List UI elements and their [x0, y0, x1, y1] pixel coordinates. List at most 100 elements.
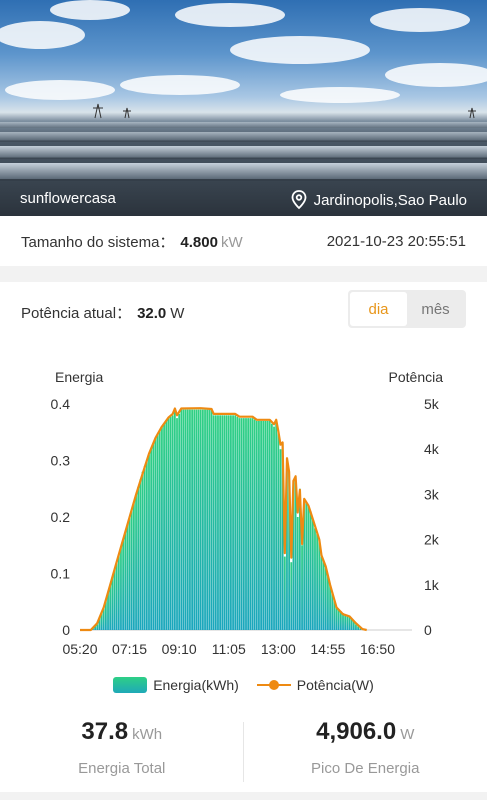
energy-bar [208, 409, 211, 630]
peak-power-unit: W [400, 726, 415, 743]
hero-banner: sunflowercasa Jardinopolis,Sao Paulo [0, 0, 487, 216]
energy-bar [214, 415, 217, 630]
energy-bar [335, 607, 338, 630]
location-text: Jardinopolis,Sao Paulo [313, 191, 467, 209]
energy-bar [113, 569, 116, 630]
energy-bar [184, 409, 187, 630]
energy-bar [253, 419, 256, 630]
energy-bar [154, 437, 157, 630]
system-size-unit: kW [220, 233, 243, 251]
energy-bar [124, 532, 127, 630]
left-axis-title: Energia [55, 369, 103, 385]
energy-bar [122, 539, 125, 630]
legend-energy-label: Energia(kWh) [153, 677, 239, 693]
energy-bar [199, 409, 202, 630]
energy-bar [178, 413, 181, 630]
left-tick-label: 0.3 [51, 453, 71, 469]
current-power-label: Potência atual： [21, 305, 132, 322]
total-energy-unit: kWh [132, 726, 163, 743]
chart-legend: Energia(kWh) Potência(W) [0, 677, 487, 693]
energy-bar [212, 415, 215, 630]
energy-bar [307, 505, 310, 630]
energy-bar [247, 418, 250, 630]
right-tick-label: 5k [424, 396, 440, 412]
energy-bar [234, 415, 237, 630]
energy-bar [311, 519, 314, 630]
energy-bar [242, 418, 245, 630]
energy-bar [191, 409, 194, 630]
energy-bar [139, 479, 142, 630]
energy-bar [240, 418, 243, 630]
energy-bar [258, 420, 260, 630]
plant-location: Jardinopolis,Sao Paulo [290, 190, 467, 210]
energy-bar [176, 418, 178, 630]
total-energy-label: Energia Total [78, 760, 166, 777]
period-toggle: dia mês [348, 290, 466, 328]
legend-energy-swatch [113, 677, 148, 693]
energy-bar [156, 434, 159, 630]
right-tick-label: 1k [424, 577, 440, 593]
energy-bar [273, 426, 275, 630]
system-size: Tamanho do sistema： 4.800 kW [21, 231, 243, 252]
energy-bar [245, 418, 247, 630]
legend-power-label: Potência(W) [296, 677, 374, 693]
total-energy-value: 37.8 [81, 718, 129, 745]
energy-bar [236, 416, 239, 630]
x-tick-label: 09:10 [162, 641, 197, 657]
energy-bar [109, 584, 112, 630]
energy-bar [283, 556, 286, 630]
energy-bar [230, 415, 232, 630]
energy-bar [120, 547, 122, 630]
energy-bar [137, 486, 140, 630]
current-power-unit: W [170, 305, 185, 322]
energy-bar [189, 409, 191, 630]
x-tick-label: 16:50 [360, 641, 395, 657]
energy-bar [201, 409, 204, 630]
energy-bar [167, 418, 170, 630]
energy-bar [277, 432, 280, 630]
tab-day[interactable]: dia [350, 292, 407, 326]
energy-bar [329, 584, 331, 630]
energy-bar [158, 430, 161, 630]
right-tick-label: 2k [424, 532, 440, 548]
energy-bar [173, 409, 176, 630]
energy-bar [260, 420, 262, 630]
energy-bar [165, 420, 168, 630]
energy-bar [182, 409, 185, 630]
last-update-timestamp: 2021-10-23 20:55:51 [326, 232, 466, 250]
legend-power-swatch [256, 677, 291, 693]
energy-bar [279, 449, 282, 630]
energy-bar [197, 409, 200, 630]
system-size-label: Tamanho do sistema： [21, 233, 175, 251]
energy-bar [221, 415, 224, 630]
energy-bar [193, 409, 196, 630]
tab-month[interactable]: mês [407, 292, 464, 326]
left-tick-label: 0.1 [51, 566, 71, 582]
legend-power[interactable]: Potência(W) [256, 677, 374, 693]
energy-bar [223, 415, 226, 630]
energy-bar [316, 533, 319, 630]
energy-bar [132, 501, 135, 630]
energy-bar [346, 614, 349, 630]
energy-bar [324, 567, 327, 630]
x-tick-label: 07:15 [112, 641, 147, 657]
map-pin-icon [291, 190, 306, 210]
energy-bar [148, 454, 150, 630]
energy-bar [275, 420, 278, 630]
energy-bar [251, 418, 254, 630]
energy-bar [217, 415, 219, 630]
legend-energy[interactable]: Energia(kWh) [113, 677, 239, 693]
left-tick-label: 0 [62, 622, 70, 638]
energy-bar [169, 416, 172, 630]
right-axis-title: Potência [389, 369, 444, 385]
energy-bar [150, 449, 153, 630]
peak-power-label: Pico De Energia [311, 760, 420, 777]
energy-bar [210, 409, 213, 630]
energy-bar [143, 466, 146, 630]
energy-bar [255, 420, 258, 630]
energy-bar [115, 562, 118, 630]
x-tick-label: 05:20 [62, 641, 97, 657]
energy-bar [206, 409, 209, 630]
production-chart: Energia Potência 0.4 0.3 0.2 0.1 0 5k 4k 3k 2k 1k 0 0… [51, 369, 444, 657]
energy-bar [161, 426, 163, 630]
